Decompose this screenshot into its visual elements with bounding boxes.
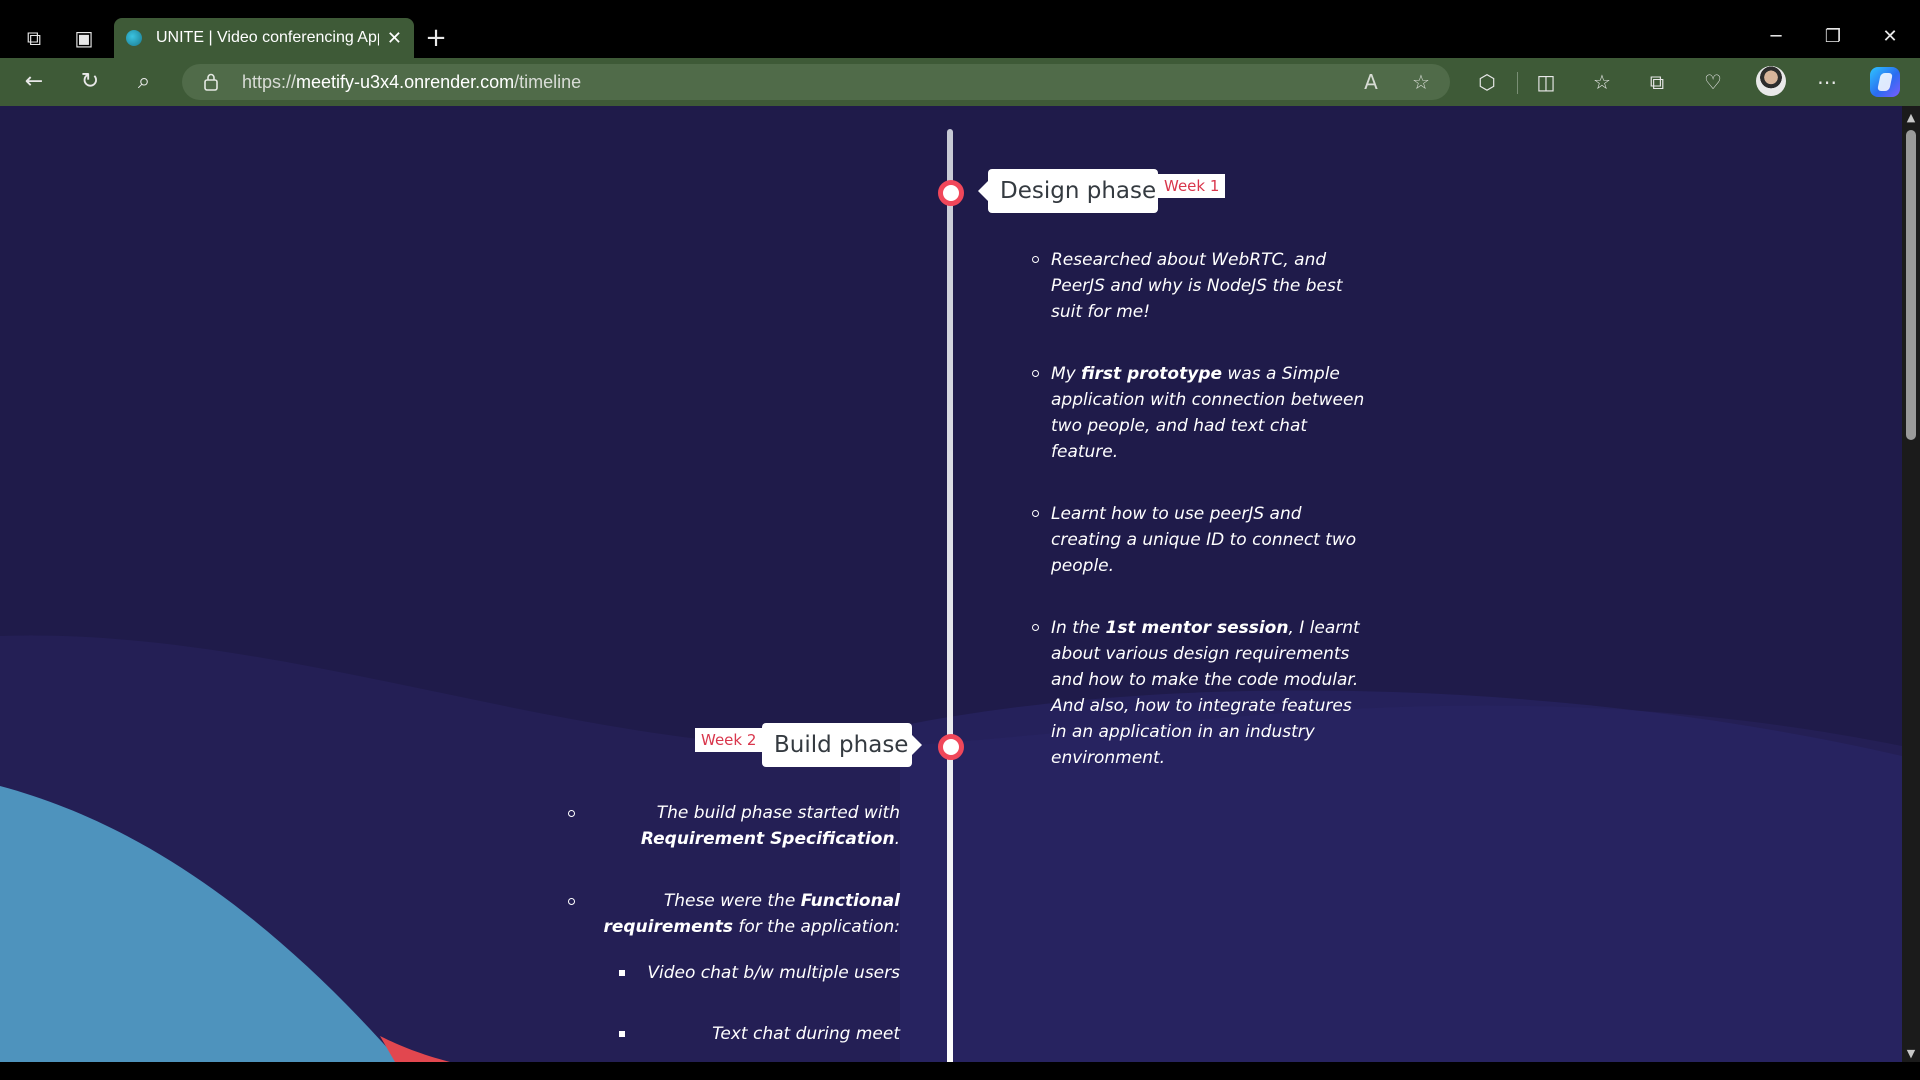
build-item-2-bold-1: Functional	[800, 891, 900, 911]
read-aloud-icon[interactable]: A	[1356, 70, 1386, 94]
active-tab[interactable]: UNITE | Video conferencing App ✕	[114, 18, 414, 58]
week-badge-2: Week 2	[695, 728, 763, 752]
url-text[interactable]: https://meetify-u3x4.onrender.com/timeli…	[242, 72, 581, 93]
phase-title-design: Design phase	[978, 169, 1158, 213]
design-item-4-post: , I learnt about various design requirem…	[1051, 618, 1360, 768]
profile-avatar[interactable]	[1756, 66, 1786, 96]
back-icon[interactable]: ←	[16, 66, 52, 98]
build-item-1-line-2: Requirement Specification.	[641, 826, 900, 852]
url-host: meetify-u3x4.onrender.com	[296, 72, 515, 92]
url-path: /timeline	[514, 72, 582, 92]
tab-actions-icon[interactable]: ▣	[66, 22, 102, 54]
favorite-star-icon[interactable]: ☆	[1406, 70, 1436, 94]
build-item-2-pre: These were the	[663, 891, 801, 911]
close-window-icon[interactable]: ✕	[1870, 22, 1910, 52]
build-item-2-line-2: requirements for the application:	[603, 914, 900, 940]
url-scheme: https://	[242, 72, 297, 92]
copilot-icon[interactable]	[1870, 67, 1900, 97]
build-subitem-video-chat: Video chat b/w multiple users	[647, 963, 900, 983]
address-bar[interactable]: https://meetify-u3x4.onrender.com/timeli…	[182, 64, 1450, 100]
list-item: Researched about WebRTC, and PeerJS and …	[1032, 247, 1371, 325]
tab-title: UNITE | Video conferencing App	[156, 29, 379, 46]
circle-bullet-icon	[568, 898, 575, 905]
workspaces-icon[interactable]: ⧉	[16, 22, 52, 54]
week-badge-1: Week 1	[1158, 174, 1226, 198]
site-favicon-icon	[126, 30, 142, 46]
design-item-3-text: Learnt how to use peerJS and creating a …	[1051, 504, 1357, 576]
lock-icon[interactable]	[204, 73, 218, 91]
timeline-line	[947, 129, 953, 1062]
refresh-icon[interactable]: ↻	[72, 66, 108, 98]
new-tab-icon[interactable]: +	[420, 20, 452, 56]
design-item-4-pre: In the	[1051, 618, 1106, 638]
more-options-icon[interactable]: ⋯	[1810, 66, 1844, 98]
phase-title-build: Build phase	[762, 723, 922, 767]
list-item: Learnt how to use peerJS and creating a …	[1032, 501, 1371, 579]
design-item-2-bold: first prototype	[1081, 364, 1223, 384]
design-item-2-pre: My	[1051, 364, 1082, 384]
build-subitem-text-chat: Text chat during meet	[712, 1024, 900, 1044]
page-viewport: Design phase Week 1 Researched about Web…	[0, 106, 1902, 1062]
window-bottom-edge	[0, 1062, 1920, 1080]
extensions-icon[interactable]: ⬡	[1470, 66, 1504, 98]
square-bullet-icon	[619, 1031, 625, 1037]
square-bullet-icon	[619, 970, 625, 976]
tab-close-icon[interactable]: ✕	[387, 28, 402, 49]
build-item-2-post: for the application:	[733, 917, 900, 937]
search-icon[interactable]: ⌕	[126, 66, 162, 98]
design-item-4-bold: 1st mentor session	[1105, 618, 1289, 638]
scroll-up-icon[interactable]: ▲	[1904, 110, 1918, 124]
design-item-1-text: Researched about WebRTC, and PeerJS and …	[1051, 250, 1343, 322]
circle-bullet-icon	[568, 810, 575, 817]
timeline-marker-build	[938, 734, 964, 760]
collections-icon[interactable]: ⧉	[1640, 66, 1674, 98]
build-item-1-line-1: The build phase started with	[656, 803, 900, 823]
design-phase-list: Researched about WebRTC, and PeerJS and …	[1032, 247, 1371, 807]
list-item: My first prototype was a Simple applicat…	[1032, 361, 1371, 465]
build-item-2-bold-2: requirements	[603, 917, 733, 937]
build-item-2-line-1: These were the Functional	[664, 888, 900, 914]
browser-essentials-icon[interactable]: ♡	[1696, 66, 1730, 98]
toolbar-separator	[1517, 72, 1518, 94]
split-screen-icon[interactable]: ◫	[1529, 66, 1563, 98]
favorites-icon[interactable]: ☆	[1585, 66, 1619, 98]
scrollbar-thumb[interactable]	[1906, 130, 1916, 440]
window-top-edge	[0, 0, 1920, 18]
minimize-icon[interactable]: ─	[1756, 22, 1796, 52]
timeline-marker-design	[938, 180, 964, 206]
build-item-1-bold: Requirement Specification	[640, 829, 895, 849]
build-item-1-post: .	[894, 829, 900, 849]
restore-icon[interactable]: ❐	[1813, 22, 1853, 52]
scroll-down-icon[interactable]: ▼	[1904, 1046, 1918, 1060]
list-item: In the 1st mentor session, I learnt abou…	[1032, 615, 1371, 771]
